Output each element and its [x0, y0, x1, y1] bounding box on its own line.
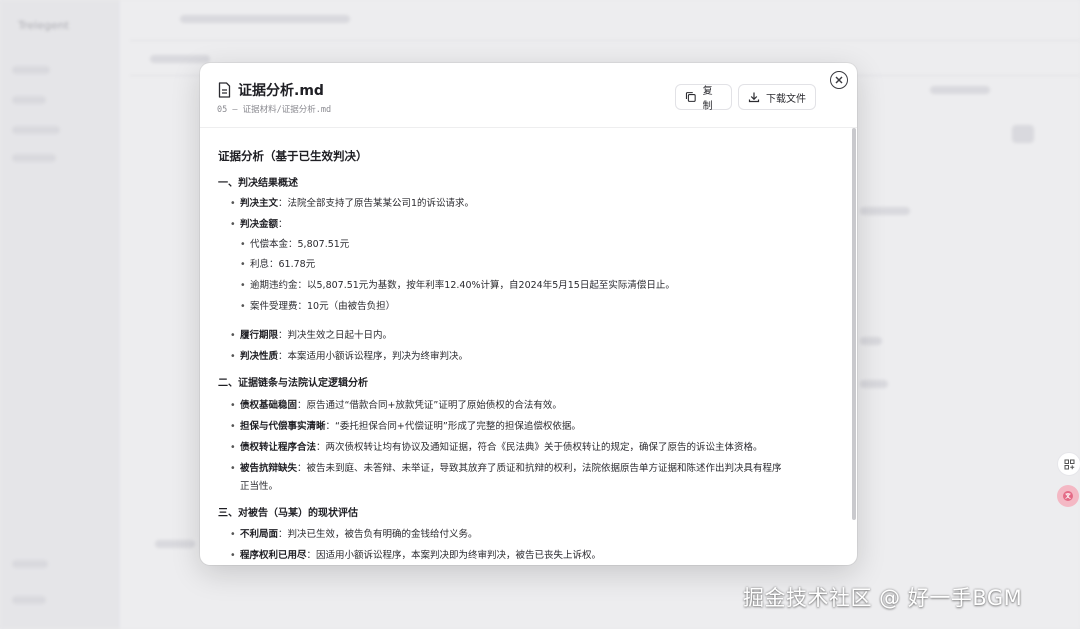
apps-grid-icon[interactable]: [1057, 452, 1080, 476]
translate-icon[interactable]: [1057, 485, 1079, 507]
file-preview-modal: 证据分析.md 05 – 证据材料/证据分析.md 复制 下载文件 证据分析（基…: [200, 63, 857, 565]
download-icon: [748, 92, 760, 103]
list-item: • 判决金额：: [230, 219, 288, 230]
list-item: • 担保与代偿事实清晰：“委托担保合同+代偿证明”形成了完整的担保追偿权依据。: [230, 421, 581, 432]
list-item: • 债权基础稳固：原告通过“借款合同+放款凭证”证明了原始债权的合法有效。: [230, 400, 562, 411]
file-icon: [218, 82, 231, 98]
list-item: • 履行期限：判决生效之日起十日内。: [230, 330, 393, 341]
copy-icon: [685, 92, 696, 102]
section-heading: 二、证据链条与法院认定逻辑分析: [218, 378, 368, 389]
modal-title: 证据分析.md: [238, 83, 324, 99]
watermark: 掘金技术社区 @ 好一手BGM: [743, 586, 1023, 610]
markdown-content: 证据分析（基于已生效判决） 一、判决结果概述 • 判决主文：法院全部支持了原告某某…: [200, 128, 857, 565]
section-heading: 三、对被告（马某）的现状评估: [218, 508, 358, 519]
close-icon: [835, 76, 843, 84]
list-item: • 判决主文：法院全部支持了原告某某公司1的诉讼请求。: [230, 198, 475, 209]
list-item: • 案件受理费：10元（由被告负担）: [240, 301, 396, 312]
download-button[interactable]: 下载文件: [738, 84, 816, 110]
download-label: 下载文件: [766, 93, 806, 105]
modal-header: 证据分析.md 05 – 证据材料/证据分析.md 复制 下载文件: [200, 63, 857, 128]
list-item: • 逾期违约金：以5,807.51元为基数，按年利率12.40%计算，自2024年…: [240, 280, 675, 291]
section-heading: 一、判决结果概述: [218, 178, 298, 189]
list-item: • 判决性质：本案适用小额诉讼程序，判决为终审判决。: [230, 351, 469, 362]
close-button[interactable]: [830, 71, 848, 89]
list-item-continuation: 正当性。: [240, 481, 279, 492]
copy-label: 复制: [702, 86, 713, 112]
list-item: • 被告抗辩缺失：被告未到庭、未答辩、未举证，导致其放弃了质证和抗辩的权利，法院依…: [230, 463, 782, 474]
list-item: • 程序权利已用尽：因适用小额诉讼程序，本案判决即为终审判决，被告已丧失上诉权。: [230, 550, 602, 561]
list-item: • 不利局面：判决已生效，被告负有明确的金钱给付义务。: [230, 529, 478, 540]
list-item: • 利息：61.78元: [240, 259, 316, 270]
scrollbar[interactable]: [852, 128, 856, 520]
copy-button[interactable]: 复制: [675, 84, 732, 112]
file-path: 05 – 证据材料/证据分析.md: [217, 105, 332, 115]
document-title: 证据分析（基于已生效判决）: [218, 149, 368, 163]
list-item: • 债权转让程序合法：两次债权转让均有协议及通知证据，符合《民法典》关于债权转让的…: [230, 442, 763, 453]
list-item: • 代偿本金：5,807.51元: [240, 239, 350, 250]
